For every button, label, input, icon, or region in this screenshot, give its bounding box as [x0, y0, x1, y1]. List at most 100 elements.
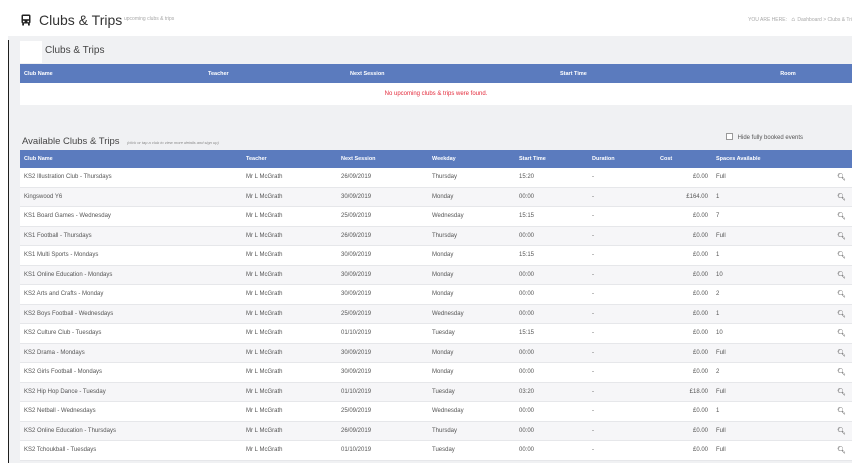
teacher: Mr L McGrath: [242, 187, 337, 207]
teacher: Mr L McGrath: [242, 168, 337, 188]
table-row[interactable]: KS2 Hip Hop Dance - Tuesday Mr L McGrath…: [20, 382, 852, 402]
club-name[interactable]: KS2 Arts and Crafts - Monday: [20, 284, 242, 305]
col-start-time: Start Time: [519, 156, 546, 162]
club-name[interactable]: KS2 Netball - Wednesdays: [20, 401, 242, 422]
duration: -: [588, 187, 656, 207]
col-club-name: Club Name: [24, 70, 53, 77]
start-time: 03:20: [515, 382, 588, 402]
table-row[interactable]: KS1 Online Education - Mondays Mr L McGr…: [20, 265, 852, 285]
club-name[interactable]: KS1 Board Games - Wednesday: [20, 206, 242, 227]
duration: -: [588, 245, 656, 266]
cost: £0.00: [656, 206, 712, 227]
search-icon[interactable]: 🔍︎: [827, 226, 852, 246]
available-hint: (click or tap a club to view more detail…: [126, 140, 219, 145]
search-icon[interactable]: 🔍︎: [827, 401, 852, 422]
search-icon[interactable]: 🔍︎: [827, 187, 852, 207]
search-icon[interactable]: 🔍︎: [827, 323, 852, 344]
breadcrumb-dashboard-link[interactable]: Dashboard: [797, 17, 821, 23]
search-icon[interactable]: 🔍︎: [827, 206, 852, 227]
col-action: [827, 150, 852, 168]
weekday: Wednesday: [428, 206, 515, 227]
club-name[interactable]: KS2 Illustration Club - Thursdays: [20, 168, 242, 188]
hide-booked-label: Hide fully booked events: [737, 135, 804, 141]
club-name[interactable]: KS2 Girls Football - Mondays: [20, 362, 242, 383]
club-name[interactable]: KS2 Tchoukball - Tuesdays: [20, 440, 242, 461]
bus-icon: [20, 13, 32, 26]
search-icon[interactable]: 🔍︎: [827, 440, 852, 461]
hide-booked-toggle[interactable]: Hide fully booked events: [726, 133, 803, 141]
duration: -: [588, 304, 656, 324]
search-icon[interactable]: 🔍︎: [827, 284, 852, 305]
search-icon[interactable]: 🔍︎: [827, 168, 852, 188]
search-icon[interactable]: 🔍︎: [827, 382, 852, 402]
table-row[interactable]: KS1 Board Games - Wednesday Mr L McGrath…: [20, 206, 852, 227]
teacher: Mr L McGrath: [242, 382, 337, 402]
cost: £0.00: [656, 362, 712, 383]
next-session: 30/09/2019: [337, 265, 428, 285]
start-time: 00:00: [515, 284, 588, 305]
cost: £0.00: [656, 245, 712, 266]
page-title: Clubs & Trips: [39, 12, 123, 28]
table-row[interactable]: KS1 Multi Sports - Mondays Mr L McGrath …: [20, 245, 852, 266]
table-row[interactable]: KS2 Online Education - Thursdays Mr L Mc…: [20, 421, 852, 441]
club-name[interactable]: KS2 Online Education - Thursdays: [20, 421, 242, 441]
teacher: Mr L McGrath: [242, 421, 337, 441]
weekday: Tuesday: [428, 323, 515, 344]
table-row[interactable]: Kingswood Y6 Mr L McGrath 30/09/2019 Mon…: [20, 187, 852, 207]
table-row[interactable]: KS2 Girls Football - Mondays Mr L McGrat…: [20, 362, 852, 383]
club-name[interactable]: KS1 Multi Sports - Mondays: [20, 245, 242, 266]
next-session: 01/10/2019: [337, 323, 428, 344]
start-time: 15:20: [515, 168, 588, 188]
spaces-available: Full: [712, 168, 827, 188]
cost: £0.00: [656, 421, 712, 441]
club-name[interactable]: KS1 Online Education - Mondays: [20, 265, 242, 285]
search-icon[interactable]: 🔍︎: [827, 245, 852, 266]
table-row[interactable]: KS2 Arts and Crafts - Monday Mr L McGrat…: [20, 284, 852, 305]
search-icon[interactable]: 🔍︎: [827, 421, 852, 441]
hide-booked-checkbox[interactable]: [726, 133, 733, 140]
home-icon: ⌂: [791, 17, 795, 23]
teacher: Mr L McGrath: [242, 206, 337, 227]
club-name[interactable]: KS2 Drama - Mondays: [20, 343, 242, 363]
teacher: Mr L McGrath: [242, 401, 337, 422]
table-row[interactable]: KS2 Drama - Mondays Mr L McGrath 30/09/2…: [20, 343, 852, 363]
cost: £0.00: [656, 343, 712, 363]
table-row[interactable]: KS2 Netball - Wednesdays Mr L McGrath 25…: [20, 401, 852, 422]
next-session: 25/09/2019: [337, 206, 428, 227]
club-name[interactable]: KS2 Hip Hop Dance - Tuesday: [20, 382, 242, 402]
next-session: 26/09/2019: [337, 421, 428, 441]
search-icon[interactable]: 🔍︎: [827, 343, 852, 363]
search-icon[interactable]: 🔍︎: [827, 362, 852, 383]
spaces-available: 1: [712, 187, 827, 207]
cost: £0.00: [656, 265, 712, 285]
breadcrumb: YOU ARE HERE: ⌂ Dashboard > Clubs & Tri: [748, 17, 852, 23]
start-time: 00:00: [515, 362, 588, 383]
weekday: Thursday: [428, 168, 515, 188]
table-row[interactable]: KS2 Illustration Club - Thursdays Mr L M…: [20, 168, 852, 188]
search-icon[interactable]: 🔍︎: [827, 304, 852, 324]
search-icon[interactable]: 🔍︎: [827, 265, 852, 285]
teacher: Mr L McGrath: [242, 304, 337, 324]
table-row[interactable]: KS2 Tchoukball - Tuesdays Mr L McGrath 0…: [20, 440, 852, 461]
upcoming-header-row: Club Name Teacher Next Session Start Tim…: [20, 64, 852, 83]
start-time: 15:15: [515, 323, 588, 344]
teacher: Mr L McGrath: [242, 440, 337, 461]
start-time: 00:00: [515, 421, 588, 441]
weekday: Monday: [428, 245, 515, 266]
club-name[interactable]: KS2 Boys Football - Wednesdays: [20, 304, 242, 324]
club-name[interactable]: Kingswood Y6: [20, 187, 242, 207]
table-row[interactable]: KS2 Boys Football - Wednesdays Mr L McGr…: [20, 304, 852, 324]
teacher: Mr L McGrath: [242, 362, 337, 383]
upcoming-title: Clubs & Trips: [45, 45, 105, 56]
box-header-square: [20, 41, 42, 63]
table-row[interactable]: KS2 Culture Club - Tuesdays Mr L McGrath…: [20, 323, 852, 344]
start-time: 15:15: [515, 206, 588, 227]
duration: -: [588, 168, 656, 188]
club-name[interactable]: KS2 Culture Club - Tuesdays: [20, 323, 242, 344]
teacher: Mr L McGrath: [242, 226, 337, 246]
table-row[interactable]: KS1 Football - Thursdays Mr L McGrath 26…: [20, 226, 852, 246]
duration: -: [588, 206, 656, 227]
club-name[interactable]: KS1 Football - Thursdays: [20, 226, 242, 246]
next-session: 30/09/2019: [337, 284, 428, 305]
empty-message: No upcoming clubs & trips were found.: [20, 83, 852, 105]
